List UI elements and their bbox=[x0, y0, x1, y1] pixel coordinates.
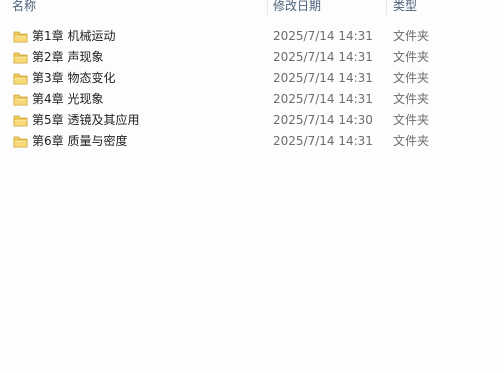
file-date: 2025/7/14 14:31 bbox=[273, 92, 373, 106]
folder-icon bbox=[13, 73, 28, 85]
column-header-name[interactable]: 名称 bbox=[12, 0, 36, 14]
file-name: 第2章 声现象 bbox=[32, 50, 104, 64]
file-row[interactable]: 第4章 光现象 2025/7/14 14:31 文件夹 bbox=[0, 89, 504, 110]
file-date: 2025/7/14 14:31 bbox=[273, 50, 373, 64]
file-name: 第6章 质量与密度 bbox=[32, 134, 128, 148]
folder-icon bbox=[13, 115, 28, 127]
file-type: 文件夹 bbox=[393, 29, 430, 43]
file-date: 2025/7/14 14:30 bbox=[273, 113, 373, 127]
file-row[interactable]: 第5章 透镜及其应用 2025/7/14 14:30 文件夹 bbox=[0, 110, 504, 131]
file-type: 文件夹 bbox=[393, 50, 430, 64]
file-name: 第1章 机械运动 bbox=[32, 29, 116, 43]
column-header-date[interactable]: 修改日期 bbox=[273, 0, 321, 14]
file-type: 文件夹 bbox=[393, 92, 430, 106]
column-header-bar: 名称 修改日期 类型 bbox=[0, 0, 504, 16]
folder-icon bbox=[13, 94, 28, 106]
file-type: 文件夹 bbox=[393, 71, 430, 85]
file-row[interactable]: 第2章 声现象 2025/7/14 14:31 文件夹 bbox=[0, 47, 504, 68]
folder-icon bbox=[13, 136, 28, 148]
file-name: 第5章 透镜及其应用 bbox=[32, 113, 140, 127]
column-divider-date[interactable] bbox=[386, 0, 387, 15]
file-date: 2025/7/14 14:31 bbox=[273, 71, 373, 85]
file-row[interactable]: 第6章 质量与密度 2025/7/14 14:31 文件夹 bbox=[0, 131, 504, 152]
file-row[interactable]: 第1章 机械运动 2025/7/14 14:31 文件夹 bbox=[0, 26, 504, 47]
column-divider-name[interactable] bbox=[267, 0, 268, 15]
folder-icon bbox=[13, 31, 28, 43]
file-date: 2025/7/14 14:31 bbox=[273, 134, 373, 148]
file-date: 2025/7/14 14:31 bbox=[273, 29, 373, 43]
file-name: 第4章 光现象 bbox=[32, 92, 104, 106]
folder-icon bbox=[13, 52, 28, 64]
file-row[interactable]: 第3章 物态变化 2025/7/14 14:31 文件夹 bbox=[0, 68, 504, 89]
file-name: 第3章 物态变化 bbox=[32, 71, 116, 85]
file-type: 文件夹 bbox=[393, 134, 430, 148]
column-header-type[interactable]: 类型 bbox=[393, 0, 417, 14]
file-type: 文件夹 bbox=[393, 113, 430, 127]
